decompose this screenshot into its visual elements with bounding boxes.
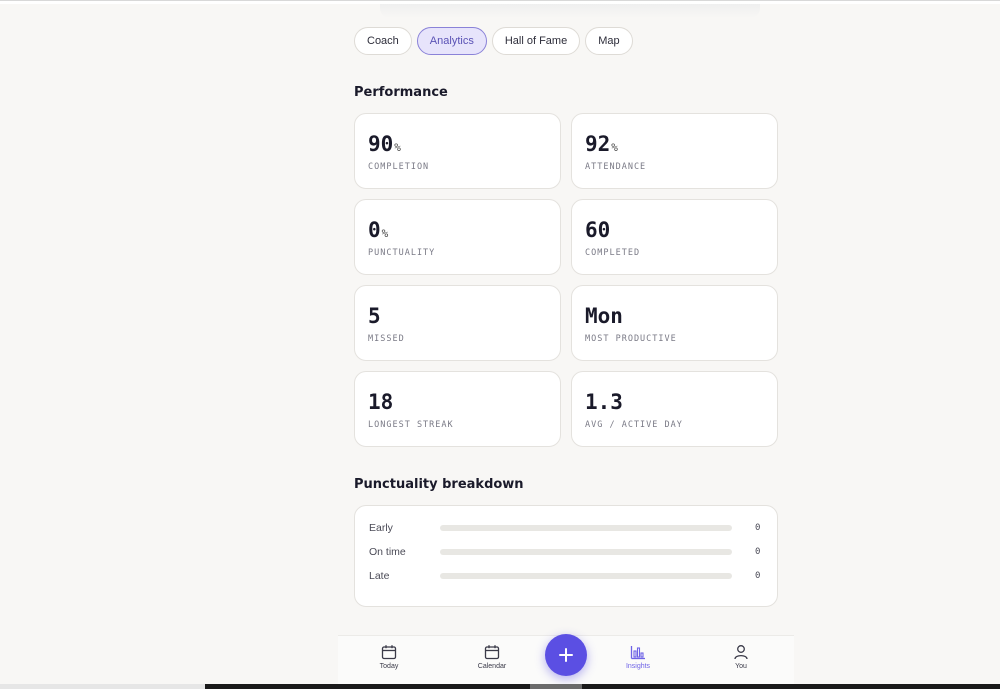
stat-value: 5 bbox=[368, 304, 381, 328]
nav-you[interactable]: You bbox=[711, 644, 771, 670]
stat-label: PUNCTUALITY bbox=[368, 248, 436, 258]
stat-label: MOST PRODUCTIVE bbox=[585, 334, 677, 344]
stat-value: 60 bbox=[585, 218, 611, 242]
punctuality-breakdown-card: Early 0 On time 0 Late 0 bbox=[354, 505, 778, 607]
nav-insights[interactable]: Insights bbox=[608, 644, 668, 670]
plus-icon bbox=[559, 648, 573, 662]
tab-analytics[interactable]: Analytics bbox=[416, 27, 487, 55]
tab-coach[interactable]: Coach bbox=[354, 27, 412, 55]
breakdown-count: 0 bbox=[755, 547, 761, 557]
stat-card-longest-streak: 18 LONGEST STREAK bbox=[354, 371, 561, 447]
breakdown-count: 0 bbox=[755, 523, 761, 533]
punctuality-breakdown-heading: Punctuality breakdown bbox=[354, 477, 524, 492]
progress-track bbox=[440, 549, 732, 555]
tab-hall-of-fame[interactable]: Hall of Fame bbox=[491, 27, 581, 55]
breakdown-label: On time bbox=[369, 546, 406, 558]
breakdown-row-late: Late 0 bbox=[355, 564, 777, 588]
nav-label: Calendar bbox=[477, 663, 507, 670]
add-button[interactable] bbox=[545, 634, 587, 676]
stat-card-missed: 5 MISSED bbox=[354, 285, 561, 361]
performance-heading: Performance bbox=[354, 85, 448, 100]
bar-chart-icon bbox=[630, 646, 645, 660]
tab-map[interactable]: Map bbox=[585, 27, 633, 55]
stat-label: MISSED bbox=[368, 334, 405, 344]
header-shadow bbox=[380, 4, 760, 18]
stat-label: ATTENDANCE bbox=[585, 162, 647, 172]
stat-card-completed: 60 COMPLETED bbox=[571, 199, 778, 275]
stat-card-most-productive: Mon MOST PRODUCTIVE bbox=[571, 285, 778, 361]
page: Coach Analytics Hall of Fame Map Perform… bbox=[0, 0, 1000, 689]
stat-value: Mon bbox=[585, 304, 623, 328]
nav-label: Today bbox=[379, 663, 399, 670]
stat-card-punctuality: 0% PUNCTUALITY bbox=[354, 199, 561, 275]
nav-today[interactable]: Today bbox=[359, 644, 419, 670]
stat-value: 18 bbox=[368, 390, 394, 414]
progress-track bbox=[440, 525, 732, 531]
stat-value: 0% bbox=[368, 218, 389, 242]
progress-track bbox=[440, 573, 732, 579]
stat-card-avg-active-day: 1.3 AVG / ACTIVE DAY bbox=[571, 371, 778, 447]
stat-label: AVG / ACTIVE DAY bbox=[585, 420, 683, 430]
nav-label: Insights bbox=[625, 663, 651, 670]
breakdown-row-on-time: On time 0 bbox=[355, 540, 777, 564]
nav-label: You bbox=[735, 663, 747, 670]
breakdown-count: 0 bbox=[755, 571, 761, 581]
stat-card-completion: 90% COMPLETION bbox=[354, 113, 561, 189]
breakdown-row-early: Early 0 bbox=[355, 516, 777, 540]
calendar-icon bbox=[381, 645, 397, 660]
calendar-icon bbox=[484, 645, 500, 660]
stat-value: 90% bbox=[368, 132, 401, 156]
performance-stats-grid: 90% COMPLETION 92% ATTENDANCE 0% PUNCTUA… bbox=[354, 113, 778, 447]
user-icon bbox=[734, 645, 748, 660]
stat-label: COMPLETED bbox=[585, 248, 641, 258]
stat-value: 1.3 bbox=[585, 390, 623, 414]
stat-label: COMPLETION bbox=[368, 162, 430, 172]
stat-value: 92% bbox=[585, 132, 618, 156]
insights-tabs: Coach Analytics Hall of Fame Map bbox=[354, 27, 633, 55]
os-taskbar-segment bbox=[530, 684, 582, 689]
breakdown-label: Late bbox=[369, 570, 390, 582]
breakdown-label: Early bbox=[369, 522, 393, 534]
stat-card-attendance: 92% ATTENDANCE bbox=[571, 113, 778, 189]
stat-label: LONGEST STREAK bbox=[368, 420, 454, 430]
os-taskbar-segment bbox=[0, 684, 205, 689]
nav-calendar[interactable]: Calendar bbox=[462, 644, 522, 670]
